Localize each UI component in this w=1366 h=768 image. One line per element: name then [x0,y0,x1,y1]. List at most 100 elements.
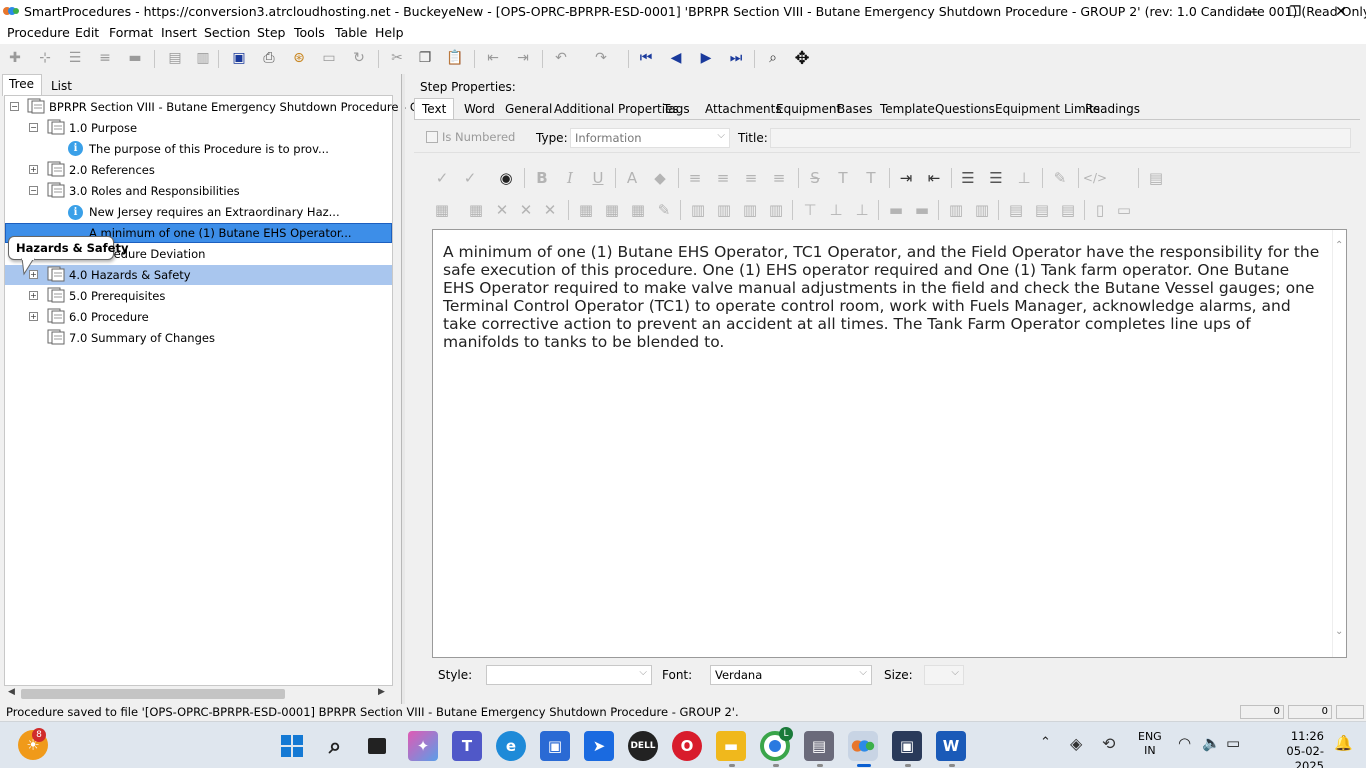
size-select[interactable]: ⌵ [924,665,964,685]
source-code-icon[interactable]: </> [1083,168,1107,188]
move-icon[interactable]: ✥ [791,48,813,69]
edge-icon[interactable]: e [496,731,526,761]
insert-col-right-icon[interactable]: ▥ [714,200,734,220]
insert-row-below-icon[interactable]: ⊥ [826,200,846,220]
add-icon[interactable]: ✚ [4,48,26,68]
color-picker-icon[interactable]: ◉ [496,168,516,188]
insert-table-icon[interactable]: ▦ [432,200,452,220]
print-icon[interactable]: ⎙ [258,48,280,68]
strikethrough-icon[interactable]: S [805,168,825,188]
cell-props-icon[interactable]: ▦ [576,200,596,220]
link-icon[interactable]: ⊛ [288,48,310,68]
highlight-icon[interactable]: ◆ [650,168,670,188]
col-width-icon[interactable]: ▥ [766,200,786,220]
vertical-bar-icon[interactable]: ▯ [1090,200,1110,220]
wifi-icon[interactable]: ◠ [1178,734,1191,752]
split-cells-icon[interactable]: ▬ [912,200,932,220]
cut-icon[interactable]: ✂ [386,48,408,68]
tab-word[interactable]: Word [464,102,495,116]
copy-icon[interactable]: ❐ [414,48,436,68]
paste-icon[interactable]: 📋 [444,48,466,68]
tab-list[interactable]: List [51,79,72,93]
valign-top-icon[interactable]: ▤ [1006,200,1026,220]
editor-vertical-scrollbar[interactable]: ⌃ ⌄ [1332,230,1346,657]
justify-icon[interactable]: ≡ [769,168,789,188]
next-icon[interactable]: ▶ [695,48,717,68]
tree-item-roles-step-2[interactable]: A minimum of one (1) Butane EHS Operator… [89,223,352,243]
clear-format-icon[interactable]: ✎ [1050,168,1070,188]
expand-toggle[interactable]: + [29,165,38,174]
clock[interactable]: 11:26 05-02-2025 [1260,729,1324,768]
collapse-toggle[interactable]: − [29,123,38,132]
align-left-icon[interactable]: ≡ [685,168,705,188]
menu-format[interactable]: Format [109,25,153,40]
scroll-right-icon[interactable]: ▶ [378,687,385,697]
indent-icon[interactable]: ≡ [94,48,116,68]
tree-item-root[interactable]: BPRPR Section VIII - Butane Emergency Sh… [49,97,430,117]
first-icon[interactable]: ⏮ [635,48,657,68]
font-select[interactable]: Verdana ⌵ [710,665,872,685]
superscript-icon[interactable]: T [833,168,853,188]
menu-table[interactable]: Table [335,25,367,40]
horizontal-bar-icon[interactable]: ▭ [1114,200,1134,220]
merge-cells-icon[interactable]: ▬ [886,200,906,220]
menu-insert[interactable]: Insert [161,25,197,40]
add-child-icon[interactable]: ⊹ [34,48,56,68]
teams-icon[interactable]: T [452,731,482,761]
insert-row-above-icon[interactable]: ⊤ [800,200,820,220]
undo-icon[interactable]: ↶ [550,48,572,68]
underline-icon[interactable]: U [588,168,608,188]
subscript-icon[interactable]: T [861,168,881,188]
last-icon[interactable]: ⏭ [725,48,747,68]
app-icon-1[interactable]: ▤ [804,731,834,761]
smartprocedures-taskbar-icon[interactable] [848,731,878,761]
tree-item-hazards[interactable]: 4.0 Hazards & Safety [69,265,191,285]
battery-icon[interactable]: ▭ [1226,734,1240,752]
scroll-thumb[interactable] [21,689,285,699]
tab-additional-properties[interactable]: Additional Properties [554,102,679,116]
menu-tools[interactable]: Tools [294,25,325,40]
cell-style-icon[interactable]: ✎ [654,200,674,220]
scroll-down-icon[interactable]: ⌄ [1335,626,1343,637]
expand-toggle[interactable]: + [29,291,38,300]
pane-splitter[interactable] [401,74,405,704]
tab-tree[interactable]: Tree [9,77,34,91]
tree-item-roles-step-1[interactable]: New Jersey requires an Extraordinary Haz… [89,202,340,222]
cell-merge-icon[interactable]: ▦ [628,200,648,220]
notification-bell-icon[interactable]: 🔔 [1334,734,1353,752]
insert-col-left-icon[interactable]: ▥ [688,200,708,220]
tree-item-references[interactable]: 2.0 References [69,160,155,180]
tab-readings[interactable]: Readings [1085,102,1140,116]
tab-bases[interactable]: Bases [837,102,872,116]
cell-edit-icon[interactable]: ▦ [602,200,622,220]
tree-item-prerequisites[interactable]: 5.0 Prerequisites [69,286,165,306]
collapse-toggle[interactable]: − [29,186,38,195]
tab-tags[interactable]: Tags [663,102,690,116]
spellcheck-icon[interactable]: ✓ [432,168,452,188]
align-right-icon[interactable]: ≡ [741,168,761,188]
vpn-icon[interactable]: ◈ [1070,734,1082,753]
window-icon[interactable]: ▭ [318,48,340,68]
save-all-icon[interactable]: ▥ [192,48,214,68]
tab-template[interactable]: Template [880,102,935,116]
menu-procedure[interactable]: Procedure [7,25,70,40]
valign-bottom-icon[interactable]: ▤ [1058,200,1078,220]
insert-line-icon[interactable]: ⊥ [1014,168,1034,188]
minimize-button[interactable]: — [1228,0,1274,24]
title-field[interactable] [770,128,1351,148]
step-text-editor[interactable]: A minimum of one (1) Butane EHS Operator… [432,229,1347,658]
close-button[interactable]: ✕ [1318,0,1364,24]
expand-toggle[interactable]: + [29,312,38,321]
language-indicator[interactable]: ENG IN [1138,730,1162,758]
menu-help[interactable]: Help [375,25,404,40]
bullet-list-icon[interactable]: ☰ [958,168,978,188]
numbered-list-icon[interactable]: ☰ [986,168,1006,188]
collapse-toggle[interactable]: − [10,102,19,111]
redo-icon[interactable]: ↷ [590,48,612,68]
opera-icon[interactable]: O [672,731,702,761]
tab-equipment[interactable]: Equipment [776,102,841,116]
table-delete-icon[interactable]: ✕ [492,200,512,220]
dell-icon[interactable]: DELL [628,731,658,761]
maximize-button[interactable]: ❐ [1272,0,1318,24]
style-select[interactable]: ⌵ [486,665,652,685]
